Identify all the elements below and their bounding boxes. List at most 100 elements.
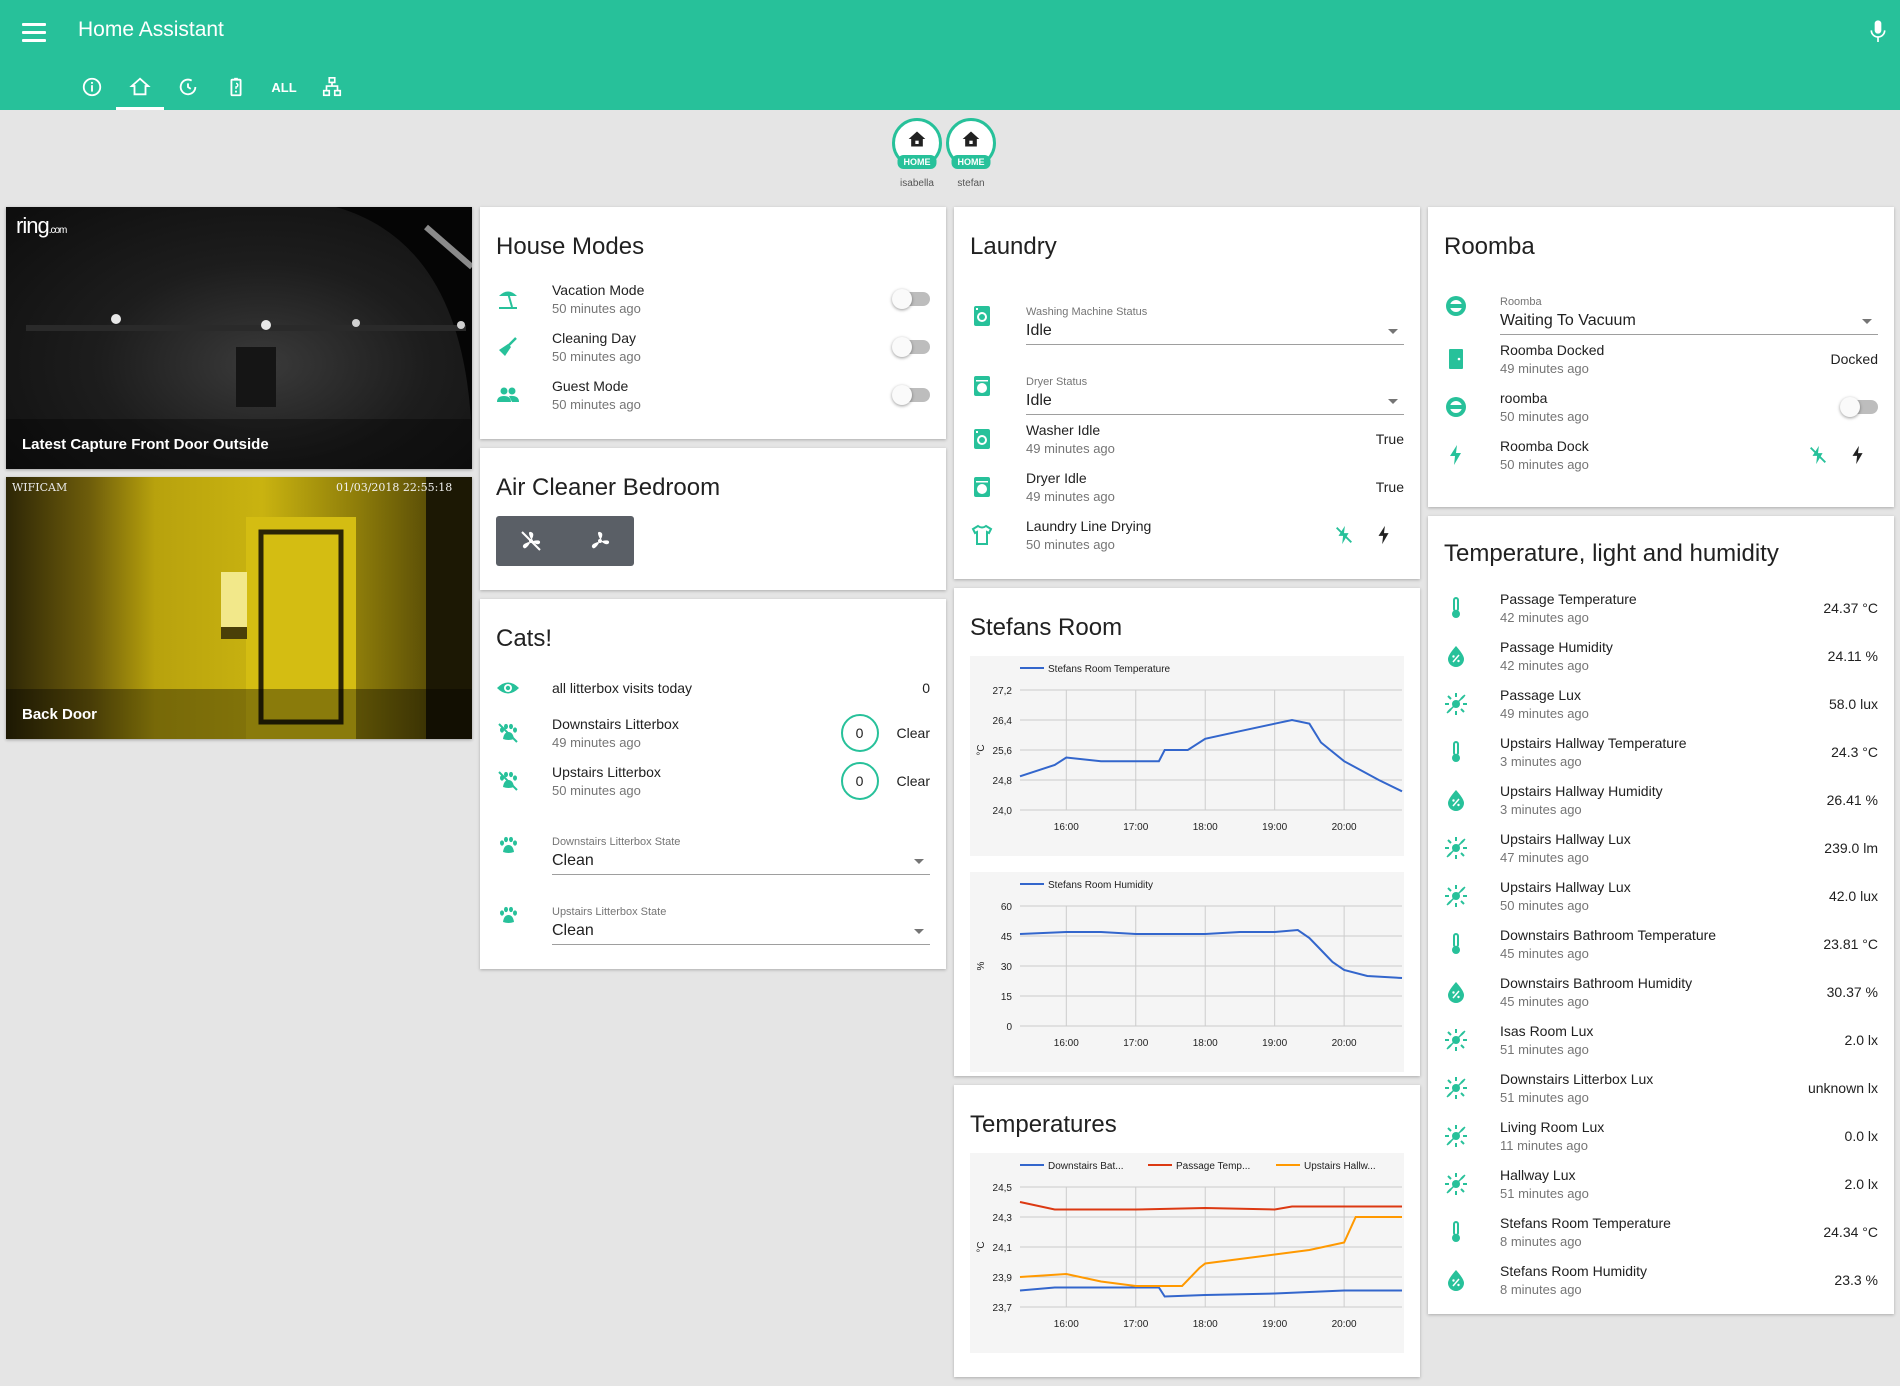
guest-mode-toggle[interactable] (894, 388, 930, 402)
entity-last-changed: 50 minutes ago (552, 397, 894, 412)
paw-off-icon (496, 721, 520, 745)
broom-icon (496, 335, 520, 359)
turn-on-button[interactable] (1838, 444, 1878, 466)
tab-all[interactable]: ALL (260, 68, 308, 110)
entity-name: all litterbox visits today (552, 680, 922, 696)
legend-label[interactable]: Stefans Room Humidity (1048, 880, 1153, 891)
sensor-row[interactable]: Hallway Lux51 minutes ago2.0 lx (1428, 1160, 1894, 1208)
entity-name: roomba (1500, 390, 1842, 406)
select-label: Upstairs Litterbox State (552, 906, 930, 918)
legend-label[interactable]: Passage Temp... (1176, 1161, 1250, 1172)
roomba-select[interactable]: Roomba Waiting To Vacuum (1500, 296, 1878, 335)
y-tick-label: 24,0 (993, 806, 1013, 817)
entity-state: 58.0 lux (1829, 696, 1878, 712)
fan-icon (588, 529, 612, 553)
water-percent-icon (1444, 1268, 1468, 1292)
legend-label[interactable]: Downstairs Bat... (1048, 1161, 1124, 1172)
litterbox-counter-button[interactable]: 0 (841, 714, 879, 752)
badge-isabella[interactable]: HOME isabella (892, 118, 942, 189)
history-icon (177, 76, 199, 98)
tab-history[interactable] (164, 68, 212, 110)
litterbox-counter-button[interactable]: 0 (841, 762, 879, 800)
turn-on-button[interactable] (1364, 524, 1404, 546)
entity-name: Dryer Idle (1026, 470, 1376, 486)
temperatures-history-chart: 23,723,924,124,324,516:0017:0018:0019:00… (970, 1153, 1404, 1353)
vacation-mode-toggle[interactable] (894, 292, 930, 306)
sensor-list: Passage Temperature42 minutes ago24.37 °… (1428, 584, 1894, 1314)
sensor-row[interactable]: Living Room Lux11 minutes ago0.0 lx (1428, 1112, 1894, 1160)
card-title: Cats! (480, 599, 946, 667)
card-title: Laundry (954, 207, 1420, 275)
entity-name: Passage Temperature (1500, 591, 1823, 607)
sensor-row[interactable]: Stefans Room Temperature8 minutes ago24.… (1428, 1208, 1894, 1256)
sensor-row[interactable]: Isas Room Lux51 minutes ago2.0 lx (1428, 1016, 1894, 1064)
entity-name: Downstairs Bathroom Temperature (1500, 927, 1823, 943)
tab-network[interactable] (308, 68, 356, 110)
entity-name: Passage Humidity (1500, 639, 1828, 655)
card-house-modes: House Modes Vacation Mode50 minutes ago … (480, 207, 946, 439)
downstairs-litterbox-state-select[interactable]: Downstairs Litterbox State Clean (552, 836, 930, 875)
tab-info[interactable] (68, 68, 116, 110)
entity-name: Upstairs Hallway Humidity (1500, 783, 1827, 799)
roomba-toggle[interactable] (1842, 400, 1878, 414)
x-tick-label: 17:00 (1123, 822, 1148, 833)
sensor-row[interactable]: Downstairs Litterbox Lux51 minutes agoun… (1428, 1064, 1894, 1112)
fan-off-button[interactable] (496, 516, 565, 566)
dropdown-caret-icon (1862, 319, 1872, 324)
badge-stefan[interactable]: HOME stefan (946, 118, 996, 189)
flash-icon (1373, 524, 1395, 546)
upstairs-litterbox-state-select[interactable]: Upstairs Litterbox State Clean (552, 906, 930, 945)
series-line (1020, 720, 1402, 791)
sensor-row[interactable]: Upstairs Hallway Humidity3 minutes ago26… (1428, 776, 1894, 824)
fan-off-icon (519, 529, 543, 553)
entity-last-changed: 49 minutes ago (552, 735, 841, 750)
entity-state: 42.0 lux (1829, 888, 1878, 904)
entity-name: Vacation Mode (552, 282, 894, 298)
select-row: Dryer Status Idle (954, 345, 1420, 415)
legend-label[interactable]: Stefans Room Temperature (1048, 664, 1171, 675)
card-title: Air Cleaner Bedroom (480, 448, 946, 516)
turn-off-button[interactable] (1324, 524, 1364, 546)
entity-row: Roomba Dock50 minutes ago (1428, 431, 1894, 479)
entity-last-changed: 50 minutes ago (552, 301, 894, 316)
entity-last-changed: 51 minutes ago (1500, 1090, 1808, 1105)
flash-icon (1444, 443, 1468, 467)
washing-machine-status-select[interactable]: Washing Machine Status Idle (1026, 306, 1404, 345)
clear-button[interactable]: Clear (897, 773, 930, 789)
washing-machine-icon (970, 304, 994, 328)
entity-state: 2.0 lx (1845, 1176, 1878, 1192)
sensor-row[interactable]: Passage Temperature42 minutes ago24.37 °… (1428, 584, 1894, 632)
cleaning-day-toggle[interactable] (894, 340, 930, 354)
dryer-status-select[interactable]: Dryer Status Idle (1026, 376, 1404, 415)
sensor-row[interactable]: Downstairs Bathroom Humidity45 minutes a… (1428, 968, 1894, 1016)
turn-off-button[interactable] (1798, 444, 1838, 466)
flash-off-icon (1333, 524, 1355, 546)
y-axis-label: °C (976, 744, 987, 755)
person-badges: HOME isabella HOME stefan (892, 118, 996, 189)
x-tick-label: 20:00 (1332, 1319, 1357, 1330)
entity-name: Passage Lux (1500, 687, 1829, 703)
sensor-row[interactable]: Downstairs Bathroom Temperature45 minute… (1428, 920, 1894, 968)
tab-home[interactable] (116, 68, 164, 110)
entity-name: Upstairs Hallway Lux (1500, 831, 1824, 847)
fan-on-button[interactable] (565, 516, 634, 566)
clear-button[interactable]: Clear (897, 725, 930, 741)
y-tick-label: 30 (1001, 962, 1013, 973)
camera-front-door[interactable]: ring.com Latest Capture Front Door Outsi… (6, 207, 472, 469)
sensor-row[interactable]: Upstairs Hallway Lux47 minutes ago239.0 … (1428, 824, 1894, 872)
sensor-row[interactable]: Upstairs Hallway Temperature3 minutes ag… (1428, 728, 1894, 776)
entity-name: Washer Idle (1026, 422, 1376, 438)
y-tick-label: 24,3 (993, 1213, 1013, 1224)
camera-back-door[interactable]: WIFICAM 01/03/2018 22:55:18 Back Door (6, 477, 472, 739)
tab-battery[interactable] (212, 68, 260, 110)
legend-label[interactable]: Upstairs Hallw... (1304, 1161, 1376, 1172)
y-tick-label: 45 (1001, 932, 1013, 943)
sensor-row[interactable]: Passage Lux49 minutes ago58.0 lux (1428, 680, 1894, 728)
sensor-row[interactable]: Passage Humidity42 minutes ago24.11 % (1428, 632, 1894, 680)
brightness-icon (1444, 836, 1468, 860)
sensor-row[interactable]: Stefans Room Humidity8 minutes ago23.3 % (1428, 1256, 1894, 1304)
microphone-button[interactable] (1868, 18, 1888, 46)
entity-last-changed: 3 minutes ago (1500, 802, 1827, 817)
menu-button[interactable] (20, 18, 48, 44)
sensor-row[interactable]: Upstairs Hallway Lux50 minutes ago42.0 l… (1428, 872, 1894, 920)
